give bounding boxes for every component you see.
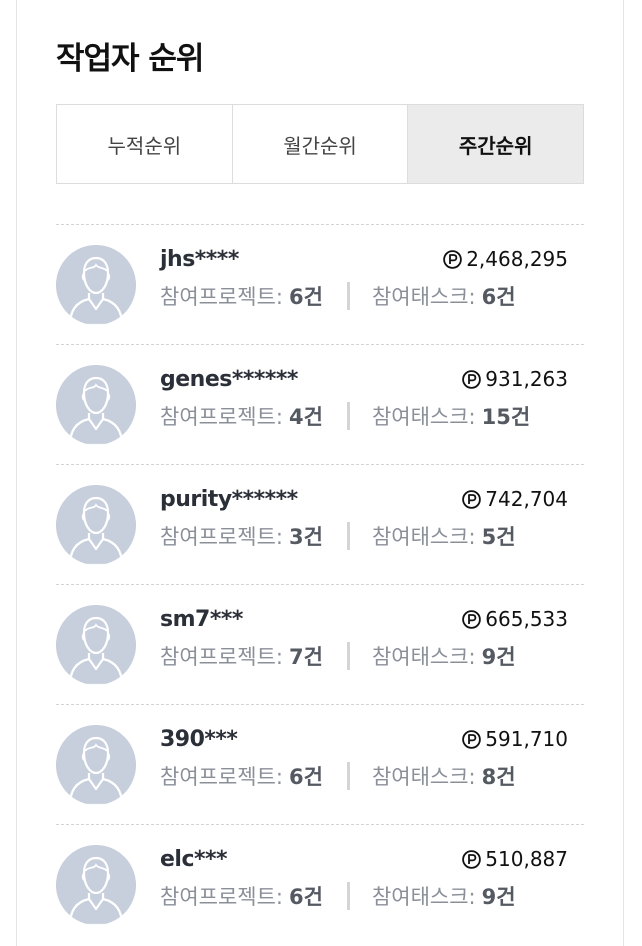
worker-stats: 참여프로젝트: 3건 참여태스크: 5건 — [160, 521, 516, 551]
worker-stats: 참여프로젝트: 4건 참여태스크: 15건 — [160, 401, 530, 431]
point-coin-icon — [462, 849, 482, 869]
tasks-count: 6건 — [481, 285, 516, 309]
tasks-count: 8건 — [481, 765, 516, 789]
projects-count: 6건 — [289, 765, 323, 789]
worker-points: 665,533 — [462, 607, 568, 631]
stat-divider — [346, 642, 350, 670]
projects-label: 참여프로젝트: — [160, 525, 283, 549]
tasks-label: 참여태스크: — [371, 885, 476, 909]
tab-monthly[interactable]: 월간순위 — [232, 104, 409, 184]
worker-name: jhs**** — [160, 247, 239, 272]
worker-stats: 참여프로젝트: 6건 참여태스크: 9건 — [160, 881, 516, 911]
projects-count: 6건 — [289, 285, 323, 309]
points-value: 510,887 — [485, 847, 568, 871]
tasks-count: 9건 — [481, 645, 516, 669]
tasks-count: 5건 — [481, 525, 516, 549]
default-user-avatar-icon — [56, 245, 136, 325]
worker-row[interactable]: purity****** 742,704 참여프로젝트: 3건 참여태스크: 5… — [56, 464, 584, 584]
worker-name: genes****** — [160, 367, 298, 392]
points-value: 742,704 — [485, 487, 568, 511]
page-title: 작업자 순위 — [56, 41, 204, 77]
worker-name: 390*** — [160, 727, 238, 752]
worker-name: purity****** — [160, 487, 298, 512]
stat-divider — [346, 402, 350, 430]
worker-points: 591,710 — [462, 727, 568, 751]
projects-count: 7건 — [289, 645, 323, 669]
point-coin-icon — [443, 249, 463, 269]
stat-divider — [346, 522, 350, 550]
tasks-count: 15건 — [481, 405, 531, 429]
point-coin-icon — [462, 369, 482, 389]
worker-stats: 참여프로젝트: 7건 참여태스크: 9건 — [160, 641, 516, 671]
default-user-avatar-icon — [56, 845, 136, 925]
ranking-tabs: 누적순위 월간순위 주간순위 — [56, 104, 585, 184]
tasks-label: 참여태스크: — [371, 405, 476, 429]
stat-divider — [346, 762, 350, 790]
points-value: 931,263 — [485, 367, 568, 391]
worker-stats: 참여프로젝트: 6건 참여태스크: 6건 — [160, 281, 516, 311]
tab-cumulative[interactable]: 누적순위 — [56, 104, 233, 184]
worker-name: elc*** — [160, 847, 228, 872]
worker-row[interactable]: 390*** 591,710 참여프로젝트: 6건 참여태스크: 8건 — [56, 704, 584, 824]
projects-label: 참여프로젝트: — [160, 885, 283, 909]
projects-label: 참여프로젝트: — [160, 645, 283, 669]
worker-points: 510,887 — [462, 847, 568, 871]
points-value: 665,533 — [485, 607, 568, 631]
tasks-label: 참여태스크: — [371, 285, 476, 309]
tasks-label: 참여태스크: — [371, 525, 476, 549]
projects-count: 6건 — [289, 885, 323, 909]
projects-label: 참여프로젝트: — [160, 765, 283, 789]
tab-weekly[interactable]: 주간순위 — [408, 104, 585, 184]
stat-divider — [346, 282, 350, 310]
worker-name: sm7*** — [160, 607, 243, 632]
projects-count: 4건 — [289, 405, 323, 429]
projects-label: 참여프로젝트: — [160, 285, 283, 309]
worker-stats: 참여프로젝트: 6건 참여태스크: 8건 — [160, 761, 516, 791]
tasks-count: 9건 — [481, 885, 516, 909]
worker-points: 742,704 — [462, 487, 568, 511]
worker-row[interactable]: elc*** 510,887 참여프로젝트: 6건 참여태스크: 9건 — [56, 824, 584, 944]
worker-ranking-list: jhs**** 2,468,295 참여프로젝트: 6건 참여태스크: 6건 g… — [56, 224, 584, 944]
points-value: 591,710 — [485, 727, 568, 751]
worker-points: 2,468,295 — [443, 247, 568, 271]
worker-row[interactable]: sm7*** 665,533 참여프로젝트: 7건 참여태스크: 9건 — [56, 584, 584, 704]
default-user-avatar-icon — [56, 605, 136, 685]
point-coin-icon — [462, 729, 482, 749]
default-user-avatar-icon — [56, 725, 136, 805]
stat-divider — [346, 882, 350, 910]
default-user-avatar-icon — [56, 485, 136, 565]
worker-points: 931,263 — [462, 367, 568, 391]
projects-label: 참여프로젝트: — [160, 405, 283, 429]
worker-row[interactable]: genes****** 931,263 참여프로젝트: 4건 참여태스크: 15… — [56, 344, 584, 464]
point-coin-icon — [462, 609, 482, 629]
tasks-label: 참여태스크: — [371, 645, 476, 669]
point-coin-icon — [462, 489, 482, 509]
projects-count: 3건 — [289, 525, 323, 549]
default-user-avatar-icon — [56, 365, 136, 445]
worker-row[interactable]: jhs**** 2,468,295 참여프로젝트: 6건 참여태스크: 6건 — [56, 224, 584, 344]
tasks-label: 참여태스크: — [371, 765, 476, 789]
points-value: 2,468,295 — [466, 247, 568, 271]
